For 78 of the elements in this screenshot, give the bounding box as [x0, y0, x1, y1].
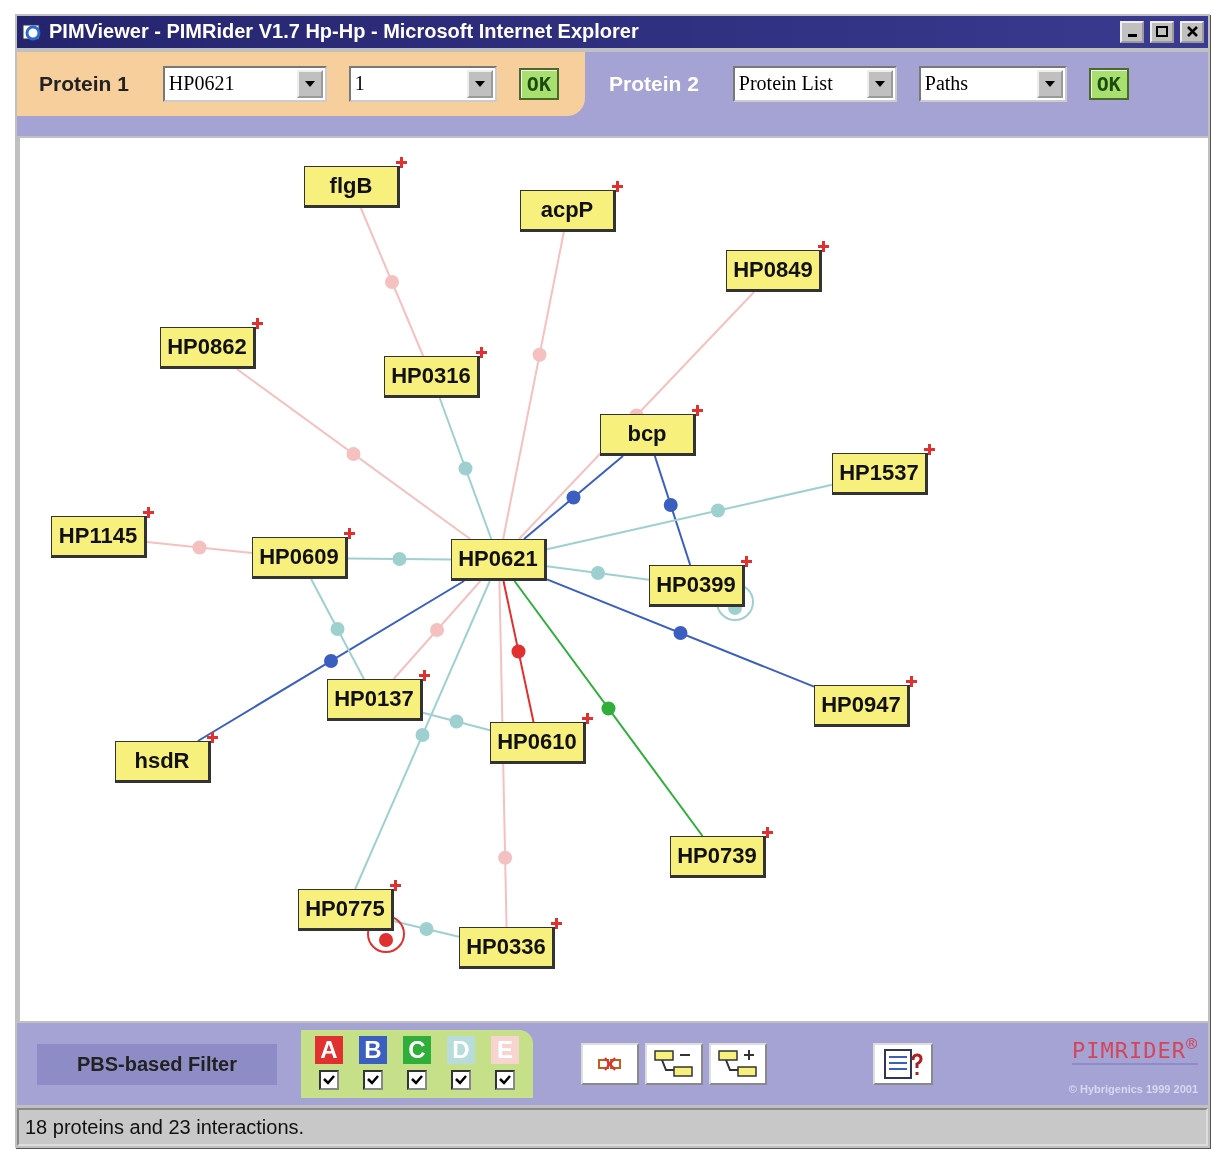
- plus-icon[interactable]: [251, 316, 264, 330]
- plus-icon[interactable]: [923, 442, 936, 456]
- protein-node[interactable]: HP0739: [670, 835, 766, 878]
- filter-label: PBS-based Filter: [37, 1043, 277, 1085]
- check-icon: [455, 1075, 467, 1086]
- check-icon: [323, 1075, 335, 1086]
- crossed-nodes-icon: [597, 1056, 623, 1073]
- minimize-icon: [1127, 33, 1137, 37]
- expand-button[interactable]: [709, 1043, 767, 1086]
- collapse-button[interactable]: [645, 1043, 703, 1086]
- checkbox[interactable]: [495, 1070, 515, 1091]
- hide-button[interactable]: [581, 1043, 639, 1086]
- protein-node[interactable]: acpP: [520, 189, 616, 232]
- plus-icon[interactable]: [740, 554, 753, 568]
- plus-icon[interactable]: [611, 179, 624, 193]
- plus-icon[interactable]: [395, 155, 408, 169]
- checkbox[interactable]: [451, 1070, 471, 1091]
- checkbox[interactable]: [363, 1070, 383, 1091]
- plus-icon[interactable]: [581, 711, 594, 725]
- protein-node[interactable]: HP1145: [51, 515, 147, 558]
- close-icon: [1186, 26, 1198, 38]
- protein-label: Protein 2: [608, 71, 699, 96]
- plus-icon[interactable]: [142, 505, 155, 519]
- depth-dropdown[interactable]: 1: [348, 65, 497, 102]
- help-icon: [883, 1048, 923, 1081]
- ok-button[interactable]: OK: [518, 67, 559, 100]
- protein-node[interactable]: hsdR: [115, 740, 211, 783]
- logo: PIMRIDER$^{®}$: [1072, 1033, 1198, 1066]
- plus-icon[interactable]: [418, 668, 431, 682]
- maximize-icon: [1156, 26, 1168, 38]
- help-button[interactable]: [873, 1043, 933, 1086]
- check-icon: [411, 1075, 423, 1086]
- window-title: PIMViewer - PIMRider V1.7 Hp-Hp - Microsoft Internet Explorer: [49, 20, 640, 44]
- plus-icon[interactable]: [343, 526, 356, 540]
- plus-icon[interactable]: [691, 403, 704, 417]
- plus-icon[interactable]: [761, 825, 774, 839]
- plus-icon[interactable]: [905, 674, 918, 688]
- protein-node[interactable]: flgB: [304, 165, 400, 208]
- category-tag: C: [403, 1036, 431, 1065]
- mode-dropdown[interactable]: Paths: [918, 65, 1067, 102]
- checkbox[interactable]: [319, 1070, 339, 1091]
- protein-node[interactable]: HP0849: [726, 249, 822, 292]
- list-dropdown[interactable]: Protein List: [732, 65, 897, 102]
- protein-node[interactable]: HP0862: [160, 326, 256, 369]
- caret-icon: [874, 80, 885, 87]
- protein-node[interactable]: HP0775: [298, 888, 394, 931]
- protein-node[interactable]: HP0610: [490, 721, 586, 764]
- interaction-line: [393, 920, 460, 938]
- protein-node[interactable]: HP0336: [459, 926, 555, 969]
- status-bar: 18 proteins and 23 interactions.: [17, 1108, 1208, 1146]
- protein-node[interactable]: HP0947: [814, 684, 910, 727]
- category-tag: A: [315, 1036, 343, 1065]
- protein-node[interactable]: HP0316: [384, 355, 480, 398]
- minimize-button[interactable]: [1120, 20, 1144, 43]
- caret-icon: [304, 80, 315, 87]
- check-icon: [367, 1075, 379, 1086]
- category-tag: B: [359, 1036, 387, 1065]
- plus-icon[interactable]: [389, 878, 402, 892]
- protein-label: Protein 1: [39, 71, 129, 96]
- protein-node[interactable]: HP0137: [327, 678, 423, 721]
- plus-icon[interactable]: [817, 239, 830, 253]
- protein-node[interactable]: bcp: [600, 413, 696, 456]
- plus-icon[interactable]: [206, 730, 219, 744]
- check-icon: [499, 1075, 511, 1086]
- category-tag: D: [447, 1036, 475, 1065]
- close-button[interactable]: [1180, 20, 1204, 43]
- protein-node[interactable]: HP0621: [451, 538, 547, 581]
- protein-node[interactable]: HP0609: [252, 536, 348, 579]
- caret-icon: [474, 80, 485, 87]
- protein-node[interactable]: HP1537: [832, 452, 928, 495]
- ok-button[interactable]: OK: [1088, 67, 1129, 100]
- maximize-button[interactable]: [1150, 20, 1174, 43]
- protein-node[interactable]: HP0399: [649, 564, 745, 607]
- plus-icon[interactable]: [475, 345, 488, 359]
- plus-icon[interactable]: [550, 916, 563, 930]
- protein-dropdown[interactable]: HP0621: [162, 65, 327, 102]
- caret-icon: [1044, 80, 1055, 87]
- checkbox[interactable]: [407, 1070, 427, 1091]
